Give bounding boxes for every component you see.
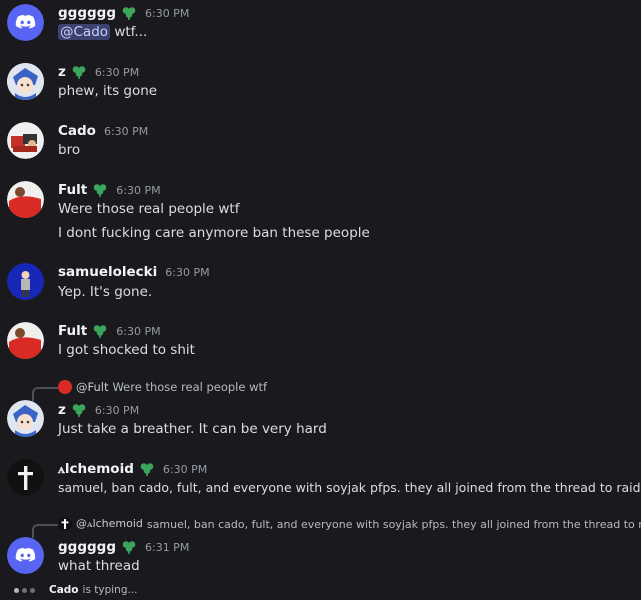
timestamp[interactable]: 6:30 PM [116, 184, 160, 197]
avatar-z[interactable] [7, 400, 44, 437]
user-mention[interactable]: @Cado [58, 24, 111, 40]
leaf-badge-icon [121, 540, 137, 554]
message-header: samuelolecki 6:30 PM [58, 263, 210, 281]
username[interactable]: samuelolecki [58, 264, 157, 280]
avatar-alchemoid[interactable] [7, 459, 44, 496]
avatar-cado[interactable] [7, 122, 44, 159]
username[interactable]: Fult [58, 182, 87, 198]
typing-user: Cado [49, 584, 79, 596]
message-text: I got shocked to shit [58, 342, 195, 358]
timestamp[interactable]: 6:30 PM [163, 463, 207, 476]
message-body: wtf... [110, 24, 148, 40]
avatar-fult[interactable] [7, 322, 44, 359]
message-header: z 6:30 PM [58, 63, 139, 81]
reply-avatar [58, 517, 72, 531]
typing-text: is typing... [82, 584, 138, 596]
message-header: z 6:30 PM [58, 401, 139, 419]
leaf-badge-icon [121, 6, 137, 20]
timestamp[interactable]: 6:30 PM [165, 266, 209, 279]
message-text: I dont fucking care anymore ban these pe… [58, 225, 370, 241]
reply-username[interactable]: @ꭺlchemoid [76, 517, 143, 531]
reply-preview[interactable]: @ꭺlchemoid samuel, ban cado, fult, and e… [32, 516, 641, 538]
reply-username[interactable]: @Fult [76, 380, 108, 394]
username[interactable]: gggggg [58, 5, 116, 21]
username[interactable]: gggggg [58, 539, 116, 555]
avatar-discord[interactable] [7, 4, 44, 41]
avatar-samuelolecki[interactable] [7, 263, 44, 300]
message-text: samuel, ban cado, fult, and everyone wit… [58, 480, 641, 495]
leaf-badge-icon [71, 65, 87, 79]
message-text: what thread [58, 558, 140, 574]
timestamp[interactable]: 6:30 PM [104, 125, 148, 138]
message-text: bro [58, 142, 81, 158]
leaf-badge-icon [92, 324, 108, 338]
typing-indicator: Cado is typing... [14, 583, 138, 597]
message-text: Yep. It's gone. [58, 284, 153, 300]
reply-spine [32, 387, 58, 401]
message-header: gggggg 6:30 PM [58, 4, 189, 22]
username[interactable]: Cado [58, 123, 96, 139]
username[interactable]: Fult [58, 323, 87, 339]
reply-spine [32, 524, 58, 538]
leaf-badge-icon [139, 462, 155, 476]
message-header: Fult 6:30 PM [58, 181, 161, 199]
timestamp[interactable]: 6:30 PM [95, 66, 139, 79]
message-header: gggggg 6:31 PM [58, 538, 189, 556]
reply-text: samuel, ban cado, fult, and everyone wit… [146, 517, 641, 531]
reply-text: Were those real people wtf [112, 380, 268, 394]
username[interactable]: z [58, 402, 66, 418]
timestamp[interactable]: 6:31 PM [145, 541, 189, 554]
timestamp[interactable]: 6:30 PM [116, 325, 160, 338]
message-text: Just take a breather. It can be very har… [58, 421, 327, 437]
username[interactable]: z [58, 64, 66, 80]
message-text: Were those real people wtf [58, 201, 240, 217]
reply-avatar [58, 380, 72, 394]
message-text: @Cado wtf... [58, 24, 147, 40]
reply-preview[interactable]: @Fult Were those real people wtf [32, 379, 268, 401]
avatar-z[interactable] [7, 63, 44, 100]
leaf-badge-icon [92, 183, 108, 197]
username[interactable]: ꭺlchemoid [58, 461, 134, 477]
typing-dots-icon [14, 587, 35, 593]
leaf-badge-icon [71, 403, 87, 417]
timestamp[interactable]: 6:30 PM [145, 7, 189, 20]
message-text: phew, its gone [58, 83, 158, 99]
avatar-discord[interactable] [7, 537, 44, 574]
message-header: ꭺlchemoid 6:30 PM [58, 460, 207, 478]
message-header: Cado 6:30 PM [58, 122, 148, 140]
timestamp[interactable]: 6:30 PM [95, 404, 139, 417]
message-header: Fult 6:30 PM [58, 322, 161, 340]
avatar-fult[interactable] [7, 181, 44, 218]
